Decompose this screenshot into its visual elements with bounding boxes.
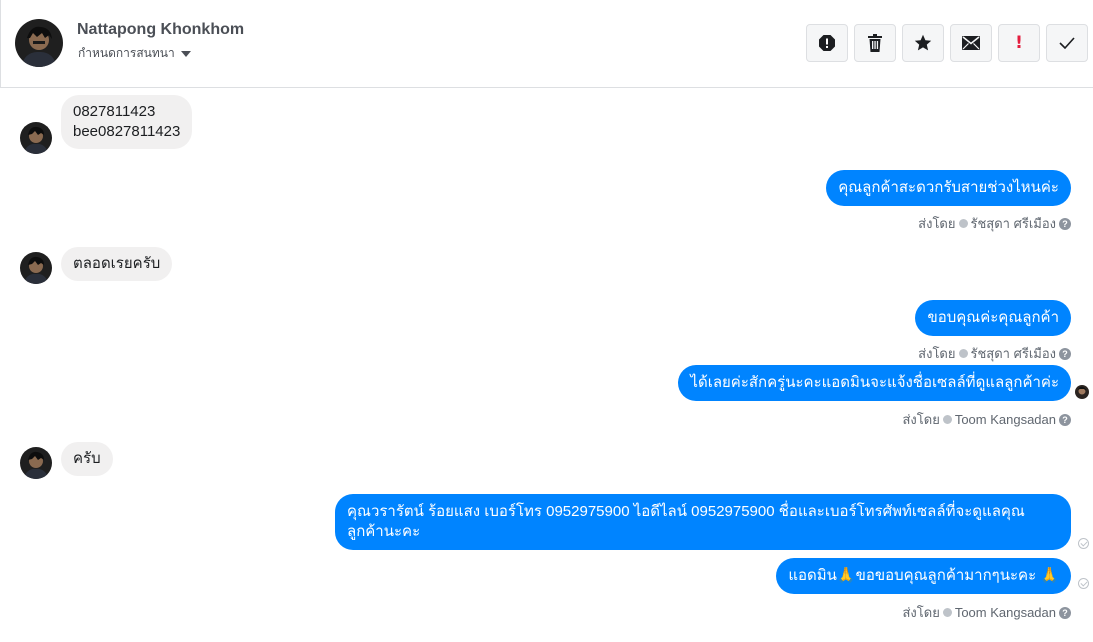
- sender-name[interactable]: รัชสุดา ศรีเมือง: [971, 343, 1057, 364]
- sent-by-info: ส่งโดย Toom Kangsadan ?: [902, 409, 1071, 430]
- sender-badge-icon: [942, 415, 952, 424]
- sent-by-label: ส่งโดย: [918, 216, 956, 231]
- contact-avatar[interactable]: [15, 19, 63, 67]
- mark-done-button[interactable]: [1046, 24, 1088, 62]
- conversation-label-text: กำหนดการสนทนา: [78, 46, 175, 60]
- sender-badge-icon: [958, 219, 968, 228]
- mail-icon: [962, 36, 980, 50]
- star-icon: [914, 34, 932, 51]
- customer-avatar[interactable]: [20, 252, 52, 284]
- incoming-message[interactable]: 0827811423 bee0827811423: [61, 95, 193, 149]
- sent-by-label: ส่งโดย: [902, 412, 940, 427]
- outgoing-message[interactable]: แอดมิน🙏ขอขอบคุณลูกค้ามากๆนะคะ 🙏: [776, 558, 1071, 594]
- sent-by-label: ส่งโดย: [918, 346, 956, 361]
- sent-by-label: ส่งโดย: [902, 605, 940, 620]
- conversation-label-dropdown[interactable]: กำหนดการสนทนา: [78, 44, 191, 63]
- delete-button[interactable]: [854, 24, 896, 62]
- customer-avatar[interactable]: [20, 122, 52, 154]
- customer-avatar[interactable]: [20, 447, 52, 479]
- message-line: 0827811423: [73, 103, 156, 120]
- contact-name[interactable]: Nattapong Khonkhom: [77, 21, 244, 39]
- mark-spam-button[interactable]: [806, 24, 848, 62]
- outgoing-message[interactable]: ได้เลยค่ะสักครู่นะคะแอดมินจะแจ้งชื่อเซลล…: [678, 365, 1071, 401]
- help-icon[interactable]: ?: [1059, 606, 1071, 619]
- sender-badge-icon: [942, 608, 952, 617]
- conversation-toolbar: !: [806, 24, 1088, 62]
- incoming-message[interactable]: ครับ: [61, 442, 113, 476]
- sender-name[interactable]: Toom Kangsadan: [955, 605, 1056, 620]
- star-button[interactable]: [902, 24, 944, 62]
- sent-by-info: ส่งโดย Toom Kangsadan ?: [902, 602, 1071, 623]
- sender-badge-icon: [958, 349, 968, 358]
- seen-by-avatar: [1075, 385, 1089, 399]
- sender-name[interactable]: Toom Kangsadan: [955, 412, 1056, 427]
- help-icon[interactable]: ?: [1059, 347, 1071, 360]
- delivered-check-icon: [1078, 578, 1089, 589]
- conversation-header: Nattapong Khonkhom กำหนดการสนทนา !: [0, 0, 1093, 88]
- caret-down-icon: [180, 50, 191, 57]
- sent-by-info: ส่งโดย รัชสุดา ศรีเมือง ?: [918, 343, 1071, 364]
- mark-unread-button[interactable]: [950, 24, 992, 62]
- help-icon[interactable]: ?: [1059, 217, 1071, 230]
- sent-by-info: ส่งโดย รัชสุดา ศรีเมือง ?: [918, 213, 1071, 234]
- check-icon: [1059, 37, 1075, 49]
- message-line: bee0827811423: [73, 123, 181, 140]
- exclamation-icon: !: [1015, 33, 1023, 53]
- sender-name[interactable]: รัชสุดา ศรีเมือง: [971, 213, 1057, 234]
- alert-icon: [819, 35, 835, 51]
- follow-up-button[interactable]: !: [998, 24, 1040, 62]
- delivered-check-icon: [1078, 538, 1089, 549]
- trash-icon: [868, 34, 882, 52]
- outgoing-message[interactable]: คุณวรารัตน์ ร้อยแสง เบอร์โทร 0952975900 …: [335, 494, 1071, 550]
- help-icon[interactable]: ?: [1059, 413, 1071, 426]
- outgoing-message[interactable]: ขอบคุณค่ะคุณลูกค้า: [915, 300, 1071, 336]
- outgoing-message[interactable]: คุณลูกค้าสะดวกรับสายช่วงไหนค่ะ: [826, 170, 1071, 206]
- incoming-message[interactable]: ตลอดเรยครับ: [61, 247, 173, 281]
